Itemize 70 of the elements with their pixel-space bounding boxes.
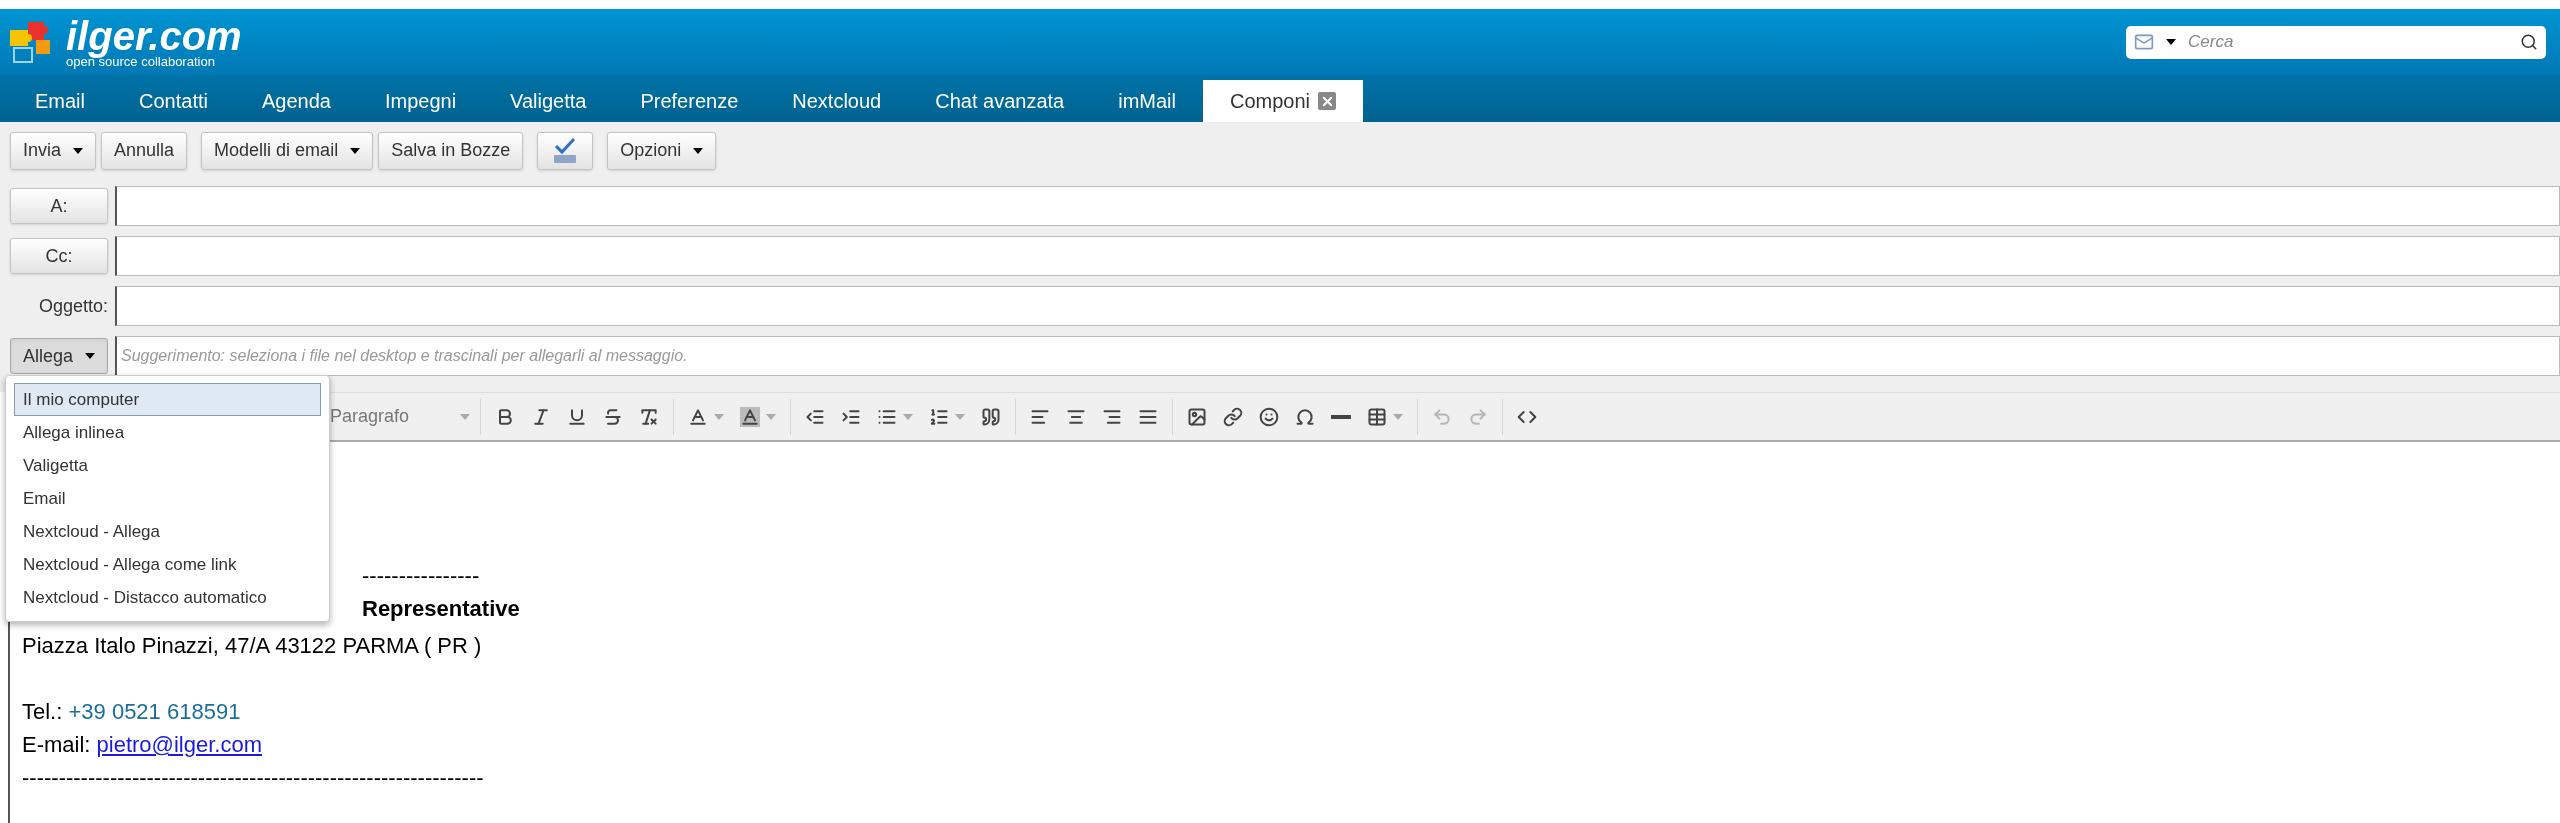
menu-item[interactable]: Email [14,482,321,515]
quote-icon [981,406,1001,427]
recipient-button[interactable]: Cc: [10,238,108,274]
underline-icon [567,406,587,427]
link-icon [1223,406,1243,427]
italic-icon [531,406,551,427]
text-color-icon [688,406,708,427]
menu-item[interactable]: Nextcloud - Allega come link [14,548,321,581]
field-label: Oggetto: [37,294,108,318]
toolbar-button[interactable]: Annulla [101,131,188,170]
toolbar-button[interactable]: Modelli di email [201,131,374,170]
input-field[interactable] [115,286,2560,326]
nav-tab[interactable]: Valigetta [483,80,614,122]
signature-text: Tel.: [22,699,64,724]
nav-tab[interactable]: Chat avanzata [908,80,1092,122]
emoji-icon [1259,406,1279,427]
menu-item[interactable]: Il mio computer [14,383,321,416]
search-placeholder: Cerca [2188,31,2235,54]
caret-icon [714,413,724,420]
signature-text: --------------------------------------------------------------- [22,765,484,790]
caret-icon [766,413,776,420]
strikethrough-icon [603,406,623,427]
menu-item[interactable]: Nextcloud - Distacco automatico [14,581,321,614]
toolbar-button[interactable]: Invia [10,131,97,170]
caret-icon [693,147,704,154]
signature-text: Piazza Italo Pinazzi, 47/A 43122 PARMA ( PR ) [22,633,482,658]
search-field[interactable]: Cerca [2126,25,2546,59]
paragraph-format-select[interactable]: Paragrafo [330,398,480,435]
close-icon[interactable] [1318,92,1337,110]
signature-text: E-mail: [22,732,92,757]
input-field[interactable] [115,236,2560,276]
toolbar-button[interactable]: Opzioni [607,131,717,170]
mail-icon [2134,32,2154,52]
input-field[interactable] [115,186,2560,226]
recipient-button[interactable]: A: [10,188,108,224]
nav-tab[interactable]: Contatti [112,80,235,122]
nav-tab[interactable]: Email [8,80,112,122]
toolbar-button[interactable]: Salva in Bozze [378,131,524,170]
caret-icon [903,413,913,420]
phone-number: +39 0521 618591 [68,699,241,724]
spellcheck-button[interactable] [537,131,594,170]
clear-format-icon [639,406,659,427]
caret-icon [73,147,84,154]
menu-item[interactable]: Valigetta [14,449,321,482]
signature-text: ---------------- [362,563,480,588]
search-icon [2520,33,2538,51]
background-color-icon [740,406,760,427]
image-icon [1187,406,1207,427]
caret-icon [2166,39,2176,45]
numbered-list-icon [929,406,949,427]
caret-icon [955,413,965,420]
caret-icon [460,413,470,420]
table-icon [1367,406,1387,427]
nav-tab[interactable]: Impegni [357,80,484,122]
nav-tab[interactable]: Preferenze [613,80,766,122]
nav-tab[interactable]: Nextcloud [765,80,909,122]
caret-icon [350,147,361,154]
nav-tab[interactable]: imMail [1091,80,1203,122]
signature-title: Representative [362,596,520,621]
email-link[interactable]: pietro@ilger.com [96,732,262,757]
caret-icon [85,353,95,359]
undo-icon [1432,406,1452,427]
nav-tab[interactable]: Componi [1203,80,1364,122]
caret-icon [1393,413,1403,420]
nav-tab[interactable]: Agenda [234,80,358,122]
attachment-field[interactable]: Suggerimento: seleziona i file nel desktop e trascinali per allegarli al messaggio. [115,336,2560,376]
redo-icon [1468,406,1488,427]
omega-icon [1295,406,1315,427]
menu-item[interactable]: Nextcloud - Allega [14,515,321,548]
attach-button[interactable]: Allega [10,338,108,374]
